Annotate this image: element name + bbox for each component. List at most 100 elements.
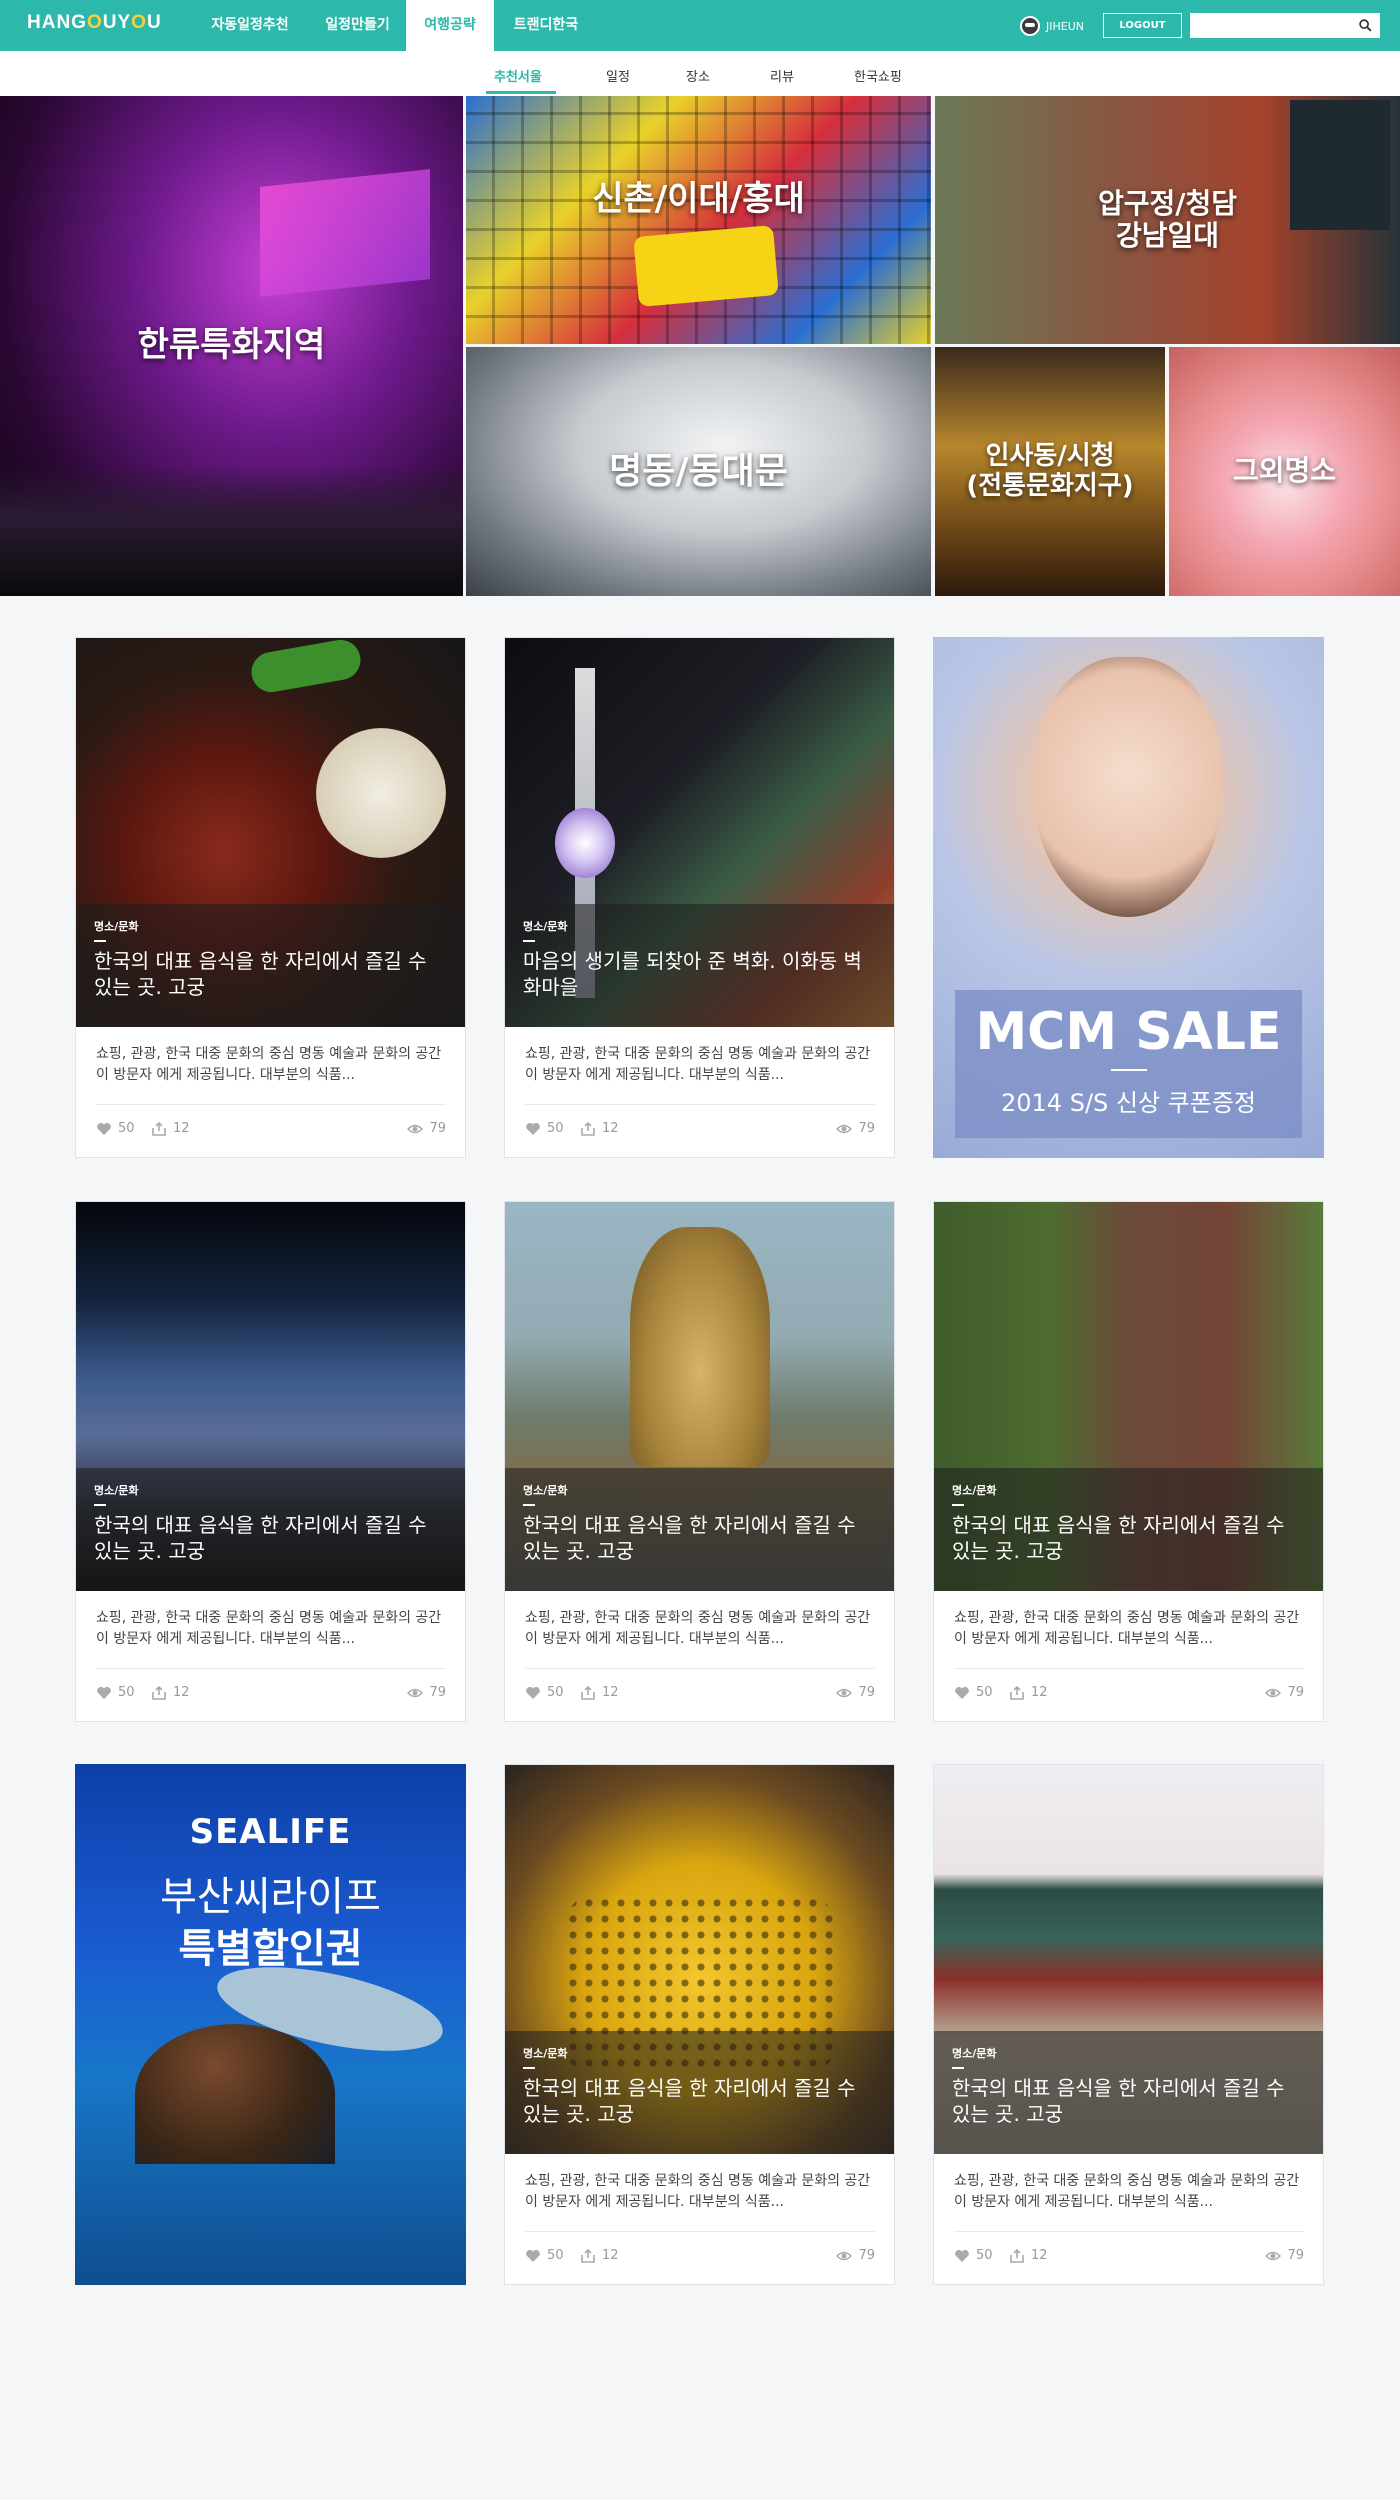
like-button[interactable]: 50 [525, 1685, 564, 1700]
like-button[interactable]: 50 [96, 1685, 135, 1700]
divider [954, 2231, 1304, 2232]
shop-sign-image [1290, 100, 1390, 230]
hero-tile-insadong[interactable]: 인사동/시청 (전통문화지구) [935, 347, 1165, 596]
like-button[interactable]: 50 [525, 2248, 564, 2263]
love-sign-image [633, 225, 779, 307]
user-profile[interactable]: JIHEUN [1020, 16, 1084, 36]
views-count: 79 [407, 1121, 446, 1136]
hero-tile-other[interactable]: 그외명소 [1169, 347, 1400, 596]
card-stats: 50 12 79 [954, 2248, 1304, 2264]
share-button[interactable]: 12 [151, 1685, 190, 1700]
ad-title: MCM SALE [975, 1002, 1282, 1062]
heart-icon [97, 1686, 111, 1699]
subnav-places[interactable]: 장소 [686, 66, 710, 85]
logo[interactable]: HANGOUYOU [27, 12, 162, 34]
share-icon [1010, 2248, 1024, 2263]
share-icon [152, 1121, 166, 1136]
divider [94, 940, 106, 942]
divider [96, 1104, 446, 1105]
search-input[interactable] [1190, 13, 1350, 38]
subnav-korea-shopping[interactable]: 한국쇼핑 [854, 66, 902, 85]
card-description: 쇼핑, 관광, 한국 대중 문화의 중심 명동 예술과 문화의 공간이 방문자 … [96, 1610, 442, 1647]
share-button[interactable]: 12 [580, 2248, 619, 2263]
post-card[interactable]: 명소/문화 마음의 생기를 되찾아 준 벽화. 이화동 벽화마을 쇼핑, 관광,… [504, 637, 895, 1158]
share-icon [152, 1685, 166, 1700]
heart-icon [526, 2249, 540, 2262]
divider [954, 1668, 1304, 1669]
like-button[interactable]: 50 [954, 2248, 993, 2263]
divider [96, 1668, 446, 1669]
views-count: 79 [836, 1685, 875, 1700]
subnav-recommended-seoul[interactable]: 추천서울 [494, 66, 542, 85]
hero-tile-apgujeong[interactable]: 압구정/청담 강남일대 [935, 96, 1400, 344]
card-title: 한국의 대표 음식을 한 자리에서 즐길 수 있는 곳. 고궁 [952, 1513, 1285, 1563]
hero-tile-hallyu[interactable]: 한류특화지역 [0, 96, 463, 596]
card-description: 쇼핑, 관광, 한국 대중 문화의 중심 명동 예술과 문화의 공간이 방문자 … [525, 1610, 871, 1647]
share-button[interactable]: 12 [580, 1685, 619, 1700]
post-card[interactable]: 명소/문화 한국의 대표 음식을 한 자리에서 즐길 수 있는 곳. 고궁 쇼핑… [75, 637, 466, 1158]
post-card[interactable]: 명소/문화 한국의 대표 음식을 한 자리에서 즐길 수 있는 곳. 고궁 쇼핑… [504, 1201, 895, 1722]
post-card[interactable]: 명소/문화 한국의 대표 음식을 한 자리에서 즐길 수 있는 곳. 고궁 쇼핑… [933, 1764, 1324, 2285]
eye-icon [1265, 1688, 1282, 1697]
card-stats: 50 12 79 [954, 1685, 1304, 1701]
card-title: 마음의 생기를 되찾아 준 벽화. 이화동 벽화마을 [523, 949, 862, 999]
share-button[interactable]: 12 [151, 1121, 190, 1136]
search-icon[interactable] [1359, 19, 1372, 32]
share-button[interactable]: 12 [580, 1121, 619, 1136]
nav-auto-schedule[interactable]: 자동일정추천 [198, 0, 302, 51]
eye-icon [407, 1124, 424, 1133]
divider [523, 2067, 535, 2069]
card-title: 한국의 대표 음식을 한 자리에서 즐길 수 있는 곳. 고궁 [94, 1513, 427, 1563]
card-stats: 50 12 79 [525, 1685, 875, 1701]
card-overlay: 명소/문화 한국의 대표 음식을 한 자리에서 즐길 수 있는 곳. 고궁 [934, 1468, 1323, 1591]
divider [523, 1504, 535, 1506]
search-box [1190, 13, 1380, 38]
logout-button[interactable]: LOGOUT [1103, 13, 1182, 38]
ad-subtitle: 2014 S/S 신상 쿠폰증정 [1001, 1089, 1256, 1117]
card-category: 명소/문화 [523, 1484, 568, 1497]
views-count: 79 [1265, 2248, 1304, 2263]
share-icon [581, 1685, 595, 1700]
card-overlay: 명소/문화 한국의 대표 음식을 한 자리에서 즐길 수 있는 곳. 고궁 [934, 2031, 1323, 2154]
post-card[interactable]: 명소/문화 한국의 대표 음식을 한 자리에서 즐길 수 있는 곳. 고궁 쇼핑… [504, 1764, 895, 2285]
divider [525, 2231, 875, 2232]
user-name: JIHEUN [1046, 19, 1084, 33]
card-description: 쇼핑, 관광, 한국 대중 문화의 중심 명동 예술과 문화의 공간이 방문자 … [954, 1610, 1300, 1647]
card-title: 한국의 대표 음식을 한 자리에서 즐길 수 있는 곳. 고궁 [523, 2076, 856, 2126]
card-description: 쇼핑, 관광, 한국 대중 문화의 중심 명동 예술과 문화의 공간이 방문자 … [954, 2173, 1300, 2210]
ad-title: 부산씨라이프 [160, 1874, 381, 1920]
post-card[interactable]: 명소/문화 한국의 대표 음식을 한 자리에서 즐길 수 있는 곳. 고궁 쇼핑… [75, 1201, 466, 1722]
post-card[interactable]: 명소/문화 한국의 대표 음식을 한 자리에서 즐길 수 있는 곳. 고궁 쇼핑… [933, 1201, 1324, 1722]
nav-make-schedule[interactable]: 일정만들기 [315, 0, 400, 51]
eye-icon [407, 1688, 424, 1697]
subnav-schedule[interactable]: 일정 [606, 66, 630, 85]
card-category: 명소/문화 [952, 2047, 997, 2060]
card-stats: 50 12 79 [96, 1121, 446, 1137]
share-button[interactable]: 12 [1009, 1685, 1048, 1700]
card-stats: 50 12 79 [525, 1121, 875, 1137]
active-tab-indicator [486, 91, 556, 94]
like-button[interactable]: 50 [96, 1121, 135, 1136]
hero-tile-label: 신촌/이대/홍대 [592, 179, 805, 220]
nav-travel-guide[interactable]: 여행공략 [406, 0, 494, 51]
divider [952, 2067, 964, 2069]
hero-tile-myeongdong[interactable]: 명동/동대문 [466, 347, 931, 596]
divider [525, 1668, 875, 1669]
divider [525, 1104, 875, 1105]
card-title: 한국의 대표 음식을 한 자리에서 즐길 수 있는 곳. 고궁 [94, 949, 427, 999]
views-count: 79 [407, 1685, 446, 1700]
subnav-reviews[interactable]: 리뷰 [770, 66, 794, 85]
like-button[interactable]: 50 [525, 1121, 564, 1136]
views-count: 79 [836, 1121, 875, 1136]
hero-tile-sinchon[interactable]: 신촌/이대/홍대 [466, 96, 931, 344]
hero-tile-label: 인사동/시청 (전통문화지구) [966, 440, 1134, 501]
like-button[interactable]: 50 [954, 1685, 993, 1700]
nav-trendy-korea[interactable]: 트랜디한국 [505, 0, 587, 51]
eye-icon [836, 2251, 853, 2260]
ad-card-mcm[interactable]: MCM SALE 2014 S/S 신상 쿠폰증정 [933, 637, 1324, 1158]
share-button[interactable]: 12 [1009, 2248, 1048, 2263]
heart-icon [955, 2249, 969, 2262]
card-overlay: 명소/문화 한국의 대표 음식을 한 자리에서 즐길 수 있는 곳. 고궁 [76, 904, 465, 1027]
ad-card-sealife[interactable]: SEALIFE 부산씨라이프 특별할인권 [75, 1764, 466, 2285]
heart-icon [955, 1686, 969, 1699]
